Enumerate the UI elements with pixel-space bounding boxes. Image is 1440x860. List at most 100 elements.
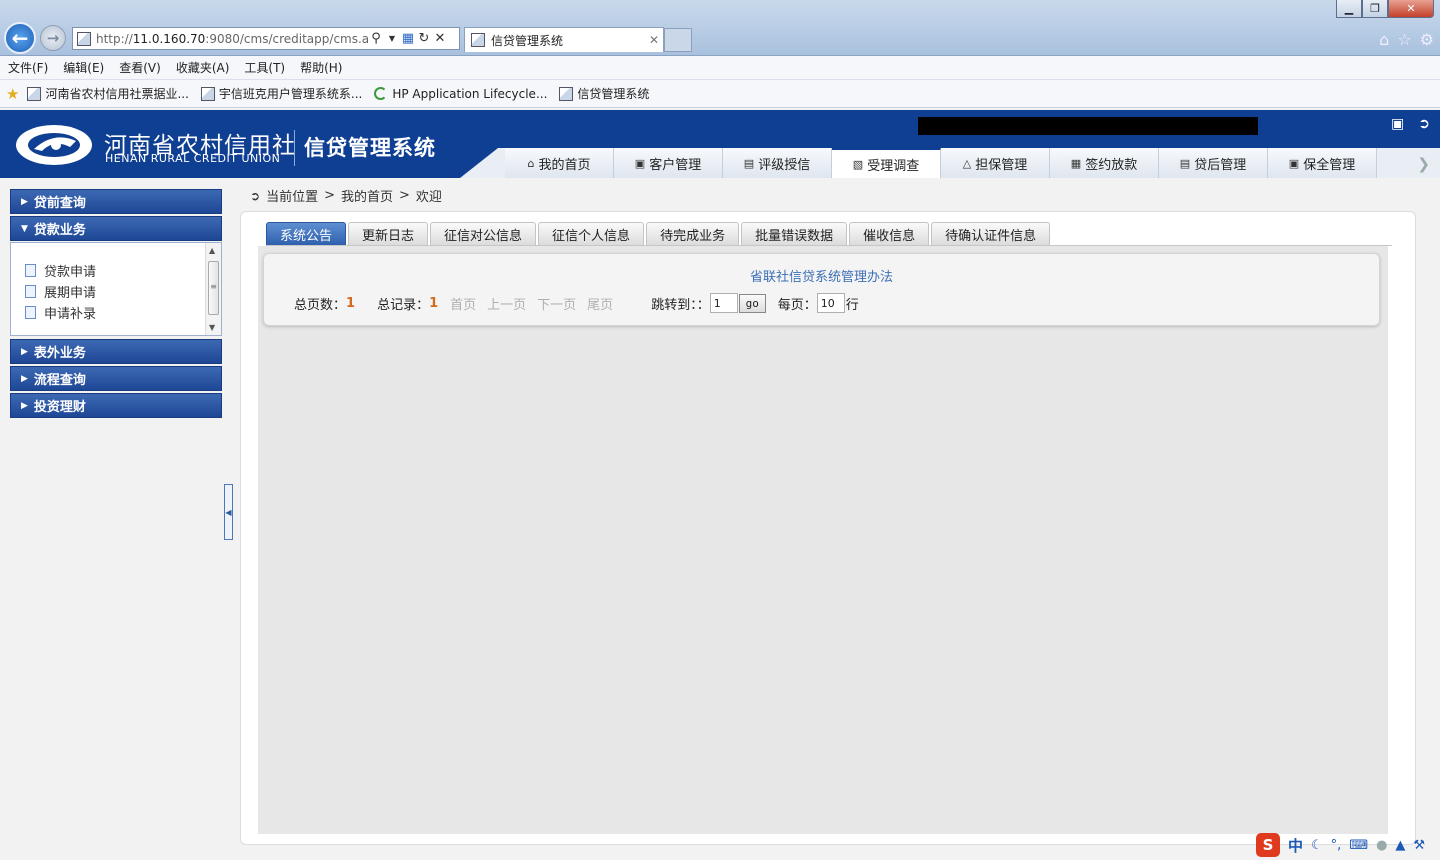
ime-toolbar: S 中 ☾ °, ⌨ ● ▲ ⚒ (1254, 832, 1438, 858)
nav-contract[interactable]: ▦ 签约放款 (1050, 148, 1159, 178)
favorite-link[interactable]: 河南省农村信用社票据业... (27, 85, 189, 102)
redacted-user-info (918, 117, 1258, 135)
total-pages-label: 总页数： (294, 297, 347, 313)
sidebar-group-investment[interactable]: ▶ 投资理财 (10, 393, 222, 418)
ime-mode-toggle[interactable]: 中 (1288, 835, 1303, 856)
punctuation-icon[interactable]: °, (1331, 838, 1342, 853)
page-icon (559, 86, 574, 101)
refresh-icon[interactable]: ↻ (416, 31, 432, 46)
tab-pending-id-confirm[interactable]: 待确认证件信息 (931, 222, 1051, 245)
forward-button[interactable]: → (40, 25, 66, 51)
content-area (258, 246, 1388, 834)
nav-scroll-right-icon[interactable]: ❯ (1417, 155, 1430, 173)
sidebar-group-off-balance[interactable]: ▶ 表外业务 (10, 339, 222, 364)
settings-gear-icon[interactable]: ⚙ (1420, 30, 1434, 49)
document-icon (25, 285, 36, 298)
keyboard-icon[interactable]: ⌨ (1349, 838, 1368, 853)
jump-page-input[interactable]: 1 (709, 293, 738, 313)
close-button[interactable]: ✕ (1388, 0, 1434, 18)
menu-bar: 文件(F) 编辑(E) 查看(V) 收藏夹(A) 工具(T) 帮助(H) (0, 56, 1440, 80)
menu-file[interactable]: 文件(F) (8, 59, 48, 76)
breadcrumb-item-home[interactable]: 我的首页 (341, 186, 393, 205)
favorites-star-icon[interactable]: ★ (6, 85, 19, 103)
prev-page-link[interactable]: 上一页 (487, 294, 526, 313)
sidebar-group-loan-business[interactable]: ▼ 贷款业务 (10, 216, 222, 241)
favorites-star-icon[interactable]: ☆ (1397, 30, 1411, 49)
address-bar[interactable]: http://11.0.160.70:9080/cms/creditapp/cm… (72, 27, 460, 50)
browser-tab[interactable]: 信贷管理系统 ✕ (464, 27, 664, 52)
nav-home[interactable]: ⌂ 我的首页 (505, 148, 614, 178)
nav-survey[interactable]: ▧ 受理调查 (832, 148, 941, 178)
compat-view-icon[interactable]: ▦ (400, 31, 416, 46)
sidebar-item-supplement-entry[interactable]: 申请补录 (25, 303, 96, 322)
shirt-icon[interactable]: ▲ (1395, 838, 1405, 853)
new-tab-button[interactable] (664, 28, 692, 52)
logout-icon[interactable]: ➲ (1418, 116, 1430, 132)
nav-rating[interactable]: ▤ 评级授信 (723, 148, 832, 178)
sidebar-group-process-query[interactable]: ▶ 流程查询 (10, 366, 222, 391)
menu-edit[interactable]: 编辑(E) (63, 59, 104, 76)
notice-panel: 省联社信贷系统管理办法 总页数： 1 总记录： 1 首页 上一页 下一页 尾页 … (263, 253, 1380, 326)
address-text[interactable]: http://11.0.160.70:9080/cms/creditapp/cm… (96, 32, 368, 46)
preservation-icon: ▣ (1288, 156, 1300, 170)
tab-system-notice[interactable]: 系统公告 (266, 222, 347, 245)
tab-batch-error-data[interactable]: 批量错误数据 (741, 222, 848, 245)
nav-customer[interactable]: ▣ 客户管理 (614, 148, 723, 178)
home-icon[interactable]: ⌂ (1379, 30, 1389, 49)
wrench-icon[interactable]: ⚒ (1413, 838, 1425, 853)
nav-guarantee[interactable]: △ 担保管理 (941, 148, 1050, 178)
submenu-scrollbar[interactable]: ▲ ≡ ▼ (205, 243, 221, 335)
breadcrumb-separator: > (324, 188, 335, 203)
maximize-button[interactable]: ❐ (1362, 0, 1388, 18)
menu-favorites[interactable]: 收藏夹(A) (176, 59, 230, 76)
menu-help[interactable]: 帮助(H) (300, 59, 342, 76)
next-page-link[interactable]: 下一页 (537, 294, 576, 313)
favorite-link[interactable]: 信贷管理系统 (559, 85, 649, 102)
tab-corporate-credit[interactable]: 征信对公信息 (430, 222, 537, 245)
scroll-up-icon[interactable]: ▲ (209, 246, 215, 255)
last-page-link[interactable]: 尾页 (587, 294, 613, 313)
total-pages-value: 1 (346, 295, 356, 311)
favorite-link[interactable]: HP Application Lifecycle... (374, 87, 547, 101)
menu-view[interactable]: 查看(V) (119, 59, 161, 76)
tab-personal-credit[interactable]: 征信个人信息 (538, 222, 645, 245)
stop-icon[interactable]: ✕ (432, 31, 448, 46)
collapsed-arrow-icon: ▶ (21, 373, 28, 384)
sidebar-group-pre-loan-query[interactable]: ▶ 贷前查询 (10, 189, 222, 214)
credit-union-logo-icon (16, 125, 92, 165)
scroll-thumb[interactable]: ≡ (208, 261, 219, 315)
minimize-button[interactable]: ▁ (1336, 0, 1362, 18)
survey-icon: ▧ (852, 157, 864, 171)
tab-pending-business[interactable]: 待完成业务 (646, 222, 740, 245)
sogou-ime-logo-icon[interactable]: S (1256, 833, 1280, 857)
tab-collection-info[interactable]: 催收信息 (849, 222, 930, 245)
scroll-down-icon[interactable]: ▼ (209, 323, 215, 332)
sidebar-item-extension-application[interactable]: 展期申请 (25, 282, 96, 301)
monitor-icon[interactable]: ▣ (1391, 116, 1404, 132)
menu-tools[interactable]: 工具(T) (244, 59, 285, 76)
sidebar-item-loan-application[interactable]: 贷款申请 (25, 261, 96, 280)
rows-label: 行 (845, 297, 859, 313)
app-header: 河南省农村信用社 HENAN RURAL CREDIT UNION 信贷管理系统… (0, 110, 1440, 178)
tab-close-icon[interactable]: ✕ (649, 33, 663, 47)
favorite-link[interactable]: 宇信班克用户管理系统系... (200, 85, 362, 102)
total-records-label: 总记录： (377, 297, 430, 313)
guarantee-icon: △ (962, 156, 972, 170)
favorites-bar: ★ 河南省农村信用社票据业... 宇信班克用户管理系统系... HP Appli… (0, 80, 1440, 108)
go-button[interactable]: go (738, 293, 766, 313)
sidebar-collapse-handle[interactable]: ◀ (224, 484, 233, 540)
contract-icon: ▦ (1070, 156, 1082, 170)
back-button[interactable]: ← (4, 22, 36, 54)
moon-icon[interactable]: ☾ (1311, 838, 1323, 853)
rating-icon: ▤ (743, 156, 755, 170)
user-icon[interactable]: ● (1376, 838, 1387, 853)
per-page-input[interactable]: 10 (816, 293, 845, 313)
nav-post-loan[interactable]: ▤ 贷后管理 (1159, 148, 1268, 178)
breadcrumb: ➲ 当前位置 > 我的首页 > 欢迎 (250, 186, 442, 205)
dropdown-icon[interactable]: ▼ (384, 34, 400, 43)
tab-update-log[interactable]: 更新日志 (348, 222, 429, 245)
notice-title-link[interactable]: 省联社信贷系统管理办法 (264, 266, 1379, 285)
nav-preservation[interactable]: ▣ 保全管理 (1268, 148, 1377, 178)
first-page-link[interactable]: 首页 (450, 294, 476, 313)
search-icon[interactable]: ⚲ (368, 31, 384, 46)
